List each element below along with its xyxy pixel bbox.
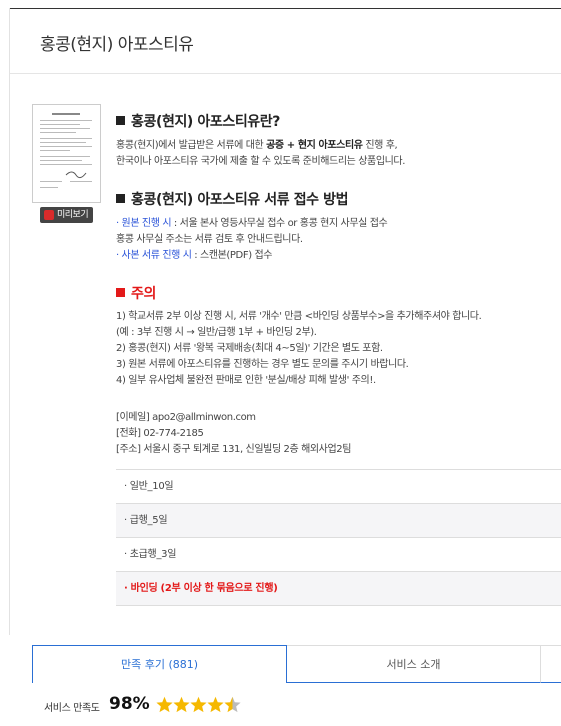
rating-stars <box>156 696 241 714</box>
satisfaction-label: 서비스 만족도 <box>44 703 100 714</box>
section2-line1: · 원본 진행 시 : 서울 본사 영등사무실 접수 or 홍콩 현지 사무실 … <box>116 218 388 229</box>
notice-line: 4) 일부 유사업체 불완전 판매로 인한 '분실/배상 피해 발생' 주의!. <box>116 375 376 386</box>
left-border <box>9 8 10 635</box>
square-bullet-icon <box>116 194 125 203</box>
preview-icon <box>44 210 54 220</box>
option-normal-10d[interactable]: · 일반_10일 <box>116 469 561 503</box>
section2-heading: 홍콩(현지) 아포스티유 서류 접수 방법 <box>116 189 348 209</box>
section1-line1: 홍콩(현지)에서 발급받은 서류에 대한 공증 + 현지 아포스티유 진행 후, <box>116 140 398 151</box>
section2-line2: 홍콩 사무실 주소는 서류 검토 후 안내드립니다. <box>116 234 303 245</box>
star-icon <box>207 696 224 713</box>
page-title: 홍콩(현지) 아포스티유 <box>40 35 194 55</box>
options-bottom-border <box>116 605 561 606</box>
preview-label: 미리보기 <box>57 210 89 220</box>
square-bullet-icon <box>116 116 125 125</box>
section2-line3: · 사본 서류 진행 시 : 스캔본(PDF) 접수 <box>116 250 273 261</box>
star-icon <box>156 696 173 713</box>
star-icon <box>190 696 207 713</box>
star-icon <box>173 696 190 713</box>
contact-email: [이메일] apo2@allminwon.com <box>116 412 256 423</box>
notice-heading: 주의 <box>116 283 156 303</box>
notice-line: 1) 학교서류 2부 이상 진행 시, 서류 '개수' 만큼 <바인딩 상품부수… <box>116 311 482 322</box>
option-express-5d[interactable]: · 급행_5일 <box>116 503 561 537</box>
notice-line: 3) 원본 서류에 아포스티유를 진행하는 경우 별도 문의를 주시기 바랍니다… <box>116 359 409 370</box>
notice-line: 2) 홍콩(현지) 서류 '왕복 국제배송(최대 4~5일)' 기간은 별도 포… <box>116 343 383 354</box>
contact-address: [주소] 서울시 중구 퇴계로 131, 신일빌딩 2층 해외사업2팀 <box>116 444 352 455</box>
contact-phone: [전화] 02-774-2185 <box>116 428 204 439</box>
section1-line2: 한국이나 아포스티유 국가에 제출 할 수 있도록 준비해드리는 상품입니다. <box>116 156 406 167</box>
document-image <box>40 113 92 188</box>
document-thumbnail[interactable] <box>32 104 101 203</box>
tab-next[interactable] <box>541 645 561 683</box>
tab-reviews[interactable]: 만족 후기 (881) <box>32 645 287 683</box>
preview-button[interactable]: 미리보기 <box>40 207 93 223</box>
original-submission-link: · 원본 진행 시 <box>116 218 172 229</box>
option-super-express-3d[interactable]: · 초급행_3일 <box>116 537 561 571</box>
satisfaction-value: 98% <box>109 694 150 714</box>
tab-service[interactable]: 서비스 소개 <box>287 645 541 683</box>
copy-submission-link: · 사본 서류 진행 시 <box>116 250 192 261</box>
notice-line: (예 : 3부 진행 시 → 일반/급행 1부 + 바인딩 2부). <box>116 327 317 338</box>
option-binding[interactable]: · 바인딩 (2부 이상 한 묶음으로 진행) <box>116 571 561 605</box>
square-bullet-icon <box>116 288 125 297</box>
title-divider <box>10 73 561 74</box>
star-icon <box>224 696 241 713</box>
top-border <box>10 8 561 9</box>
section1-heading: 홍콩(현지) 아포스티유란? <box>116 111 280 131</box>
